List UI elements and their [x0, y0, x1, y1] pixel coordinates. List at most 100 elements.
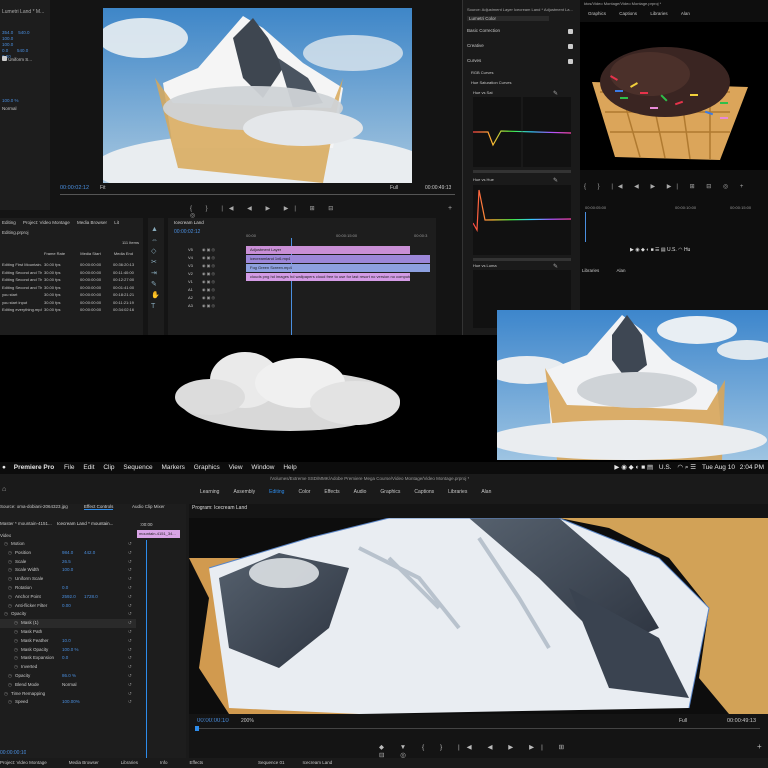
wifi-icon[interactable]: ◠ — [678, 247, 682, 253]
transport-controls-bottom[interactable]: ◆ ▼ { } |◀ ◀ ▶ ▶| ⊞ ⊟ ◎ — [379, 743, 579, 759]
list-item[interactable]: Editing Second and Third30.00 fps 00:00:0… — [0, 269, 143, 277]
program-playhead-bar[interactable] — [60, 194, 455, 195]
eyedropper-icon[interactable]: ✎ — [553, 263, 558, 270]
track-header[interactable]: A2 ◉ ▣ ◎ — [168, 294, 244, 302]
property-row[interactable]: ◷ Position 984.0 442.0 ↺ — [0, 549, 136, 558]
sequence-tab[interactable]: Sequence 01 — [258, 760, 285, 765]
checkbox-icon[interactable] — [568, 44, 573, 49]
reset-icon[interactable]: ↺ — [128, 681, 132, 690]
workspace-tab[interactable]: Captions — [414, 489, 434, 495]
property-value[interactable]: 0.0 — [62, 654, 68, 663]
ec-sequence[interactable]: Icecream Land * mountain... — [57, 521, 113, 526]
property-value[interactable]: 442.0 — [84, 549, 95, 558]
track-header[interactable]: V2 ◉ ▣ ◎ — [168, 270, 244, 278]
transport-controls-right[interactable]: { } |◀ ◀ ▶ ▶| ⊞ ⊟ ◎ + — [584, 183, 764, 190]
property-value[interactable]: 100.00% — [62, 698, 80, 707]
sequence-tab[interactable]: Icecream Land — [174, 220, 204, 225]
reset-icon[interactable]: ↺ — [128, 540, 132, 549]
workspace-tab[interactable]: Graphics — [380, 489, 400, 495]
bottom-tab[interactable]: Project: Video Montage — [0, 760, 47, 765]
timeline-clip[interactable]: Fog Green Screen.mp4 — [246, 264, 430, 272]
bottom-tab[interactable]: Libraries — [121, 760, 138, 765]
stopwatch-icon[interactable]: ◷ — [8, 558, 12, 567]
section-curves[interactable]: Curves — [467, 58, 579, 64]
eyedropper-icon[interactable]: ✎ — [553, 90, 558, 97]
reset-icon[interactable]: ↺ — [128, 602, 132, 611]
tab-graphics[interactable]: Graphics — [588, 11, 606, 16]
stopwatch-icon[interactable]: ◷ — [14, 646, 18, 655]
program-scrubber-handle[interactable] — [195, 726, 199, 731]
property-value[interactable]: 0.0 — [62, 584, 68, 593]
status-icons[interactable]: ▶ ◉ ◆ ◐ ■ ▤ — [614, 464, 653, 471]
hue-slider-1[interactable] — [473, 170, 571, 173]
tab-alan-2[interactable]: Alan — [617, 268, 626, 273]
timeline-clip[interactable]: icecreamland 1x6.mp4 — [246, 255, 430, 263]
ec-clip-bar[interactable]: mountain-4151_34... — [137, 530, 180, 538]
property-row[interactable]: ◷ Speed 100.00% ↺ — [0, 698, 136, 707]
reset-icon[interactable]: ↺ — [128, 698, 132, 707]
tab-libraries-2[interactable]: Libraries — [582, 268, 599, 273]
zoom-dropdown[interactable]: 200% — [241, 718, 254, 724]
list-item[interactable]: Editing Second and Third30.00 fps 00:00:0… — [0, 276, 143, 284]
checkbox-icon[interactable] — [568, 59, 573, 64]
property-value[interactable]: Normal — [62, 681, 77, 690]
property-row[interactable]: ◷ Rotation 0.0 ↺ — [0, 584, 136, 593]
workspace-tab[interactable]: Libraries — [448, 489, 467, 495]
stopwatch-icon[interactable]: ◷ — [8, 698, 12, 707]
stopwatch-icon[interactable]: ◷ — [14, 637, 18, 646]
col-media-start[interactable]: Media Start — [80, 251, 100, 256]
menu-edit[interactable]: Edit — [83, 464, 94, 471]
subsection-rgb-curves[interactable]: RGB Curves — [471, 70, 493, 75]
apple-menu-icon[interactable]: ● — [2, 464, 6, 471]
hue-vs-hue-curve[interactable] — [472, 185, 572, 255]
reset-icon[interactable]: ↺ — [128, 672, 132, 681]
tab-source[interactable]: Source: oma-dobiani-2064323.jpg — [0, 504, 68, 509]
bottom-tab[interactable]: Effects — [190, 760, 204, 765]
eye-icon[interactable]: ◉ ▣ ◎ — [202, 270, 215, 278]
eye-icon[interactable]: ◉ ▣ ◎ — [202, 246, 215, 254]
list-item[interactable]: Editing First Mountain.ot 30.00 fps 00:00:… — [0, 261, 143, 269]
stopwatch-icon[interactable]: ◷ — [4, 540, 8, 549]
hue-slider-2[interactable] — [473, 258, 571, 261]
tab-effect-controls[interactable]: Effect Controls — [84, 504, 114, 510]
stopwatch-icon[interactable]: ◷ — [8, 602, 12, 611]
menu-file[interactable]: File — [64, 464, 74, 471]
tab-alan[interactable]: Alan — [681, 11, 690, 16]
property-row[interactable]: ◷ Anti-flicker Filter 0.00 ↺ — [0, 602, 136, 611]
stopwatch-icon[interactable]: ◷ — [14, 654, 18, 663]
track-header[interactable]: V3 ◉ ▣ ◎ — [168, 262, 244, 270]
add-button-icon[interactable]: + — [448, 205, 452, 212]
property-row[interactable]: ◷ Uniform Scale ↺ — [0, 575, 136, 584]
timeline-playhead-right[interactable] — [585, 212, 586, 242]
reset-icon[interactable]: ↺ — [128, 628, 132, 637]
property-row[interactable]: ◷ Mask Expansion 0.0 ↺ — [0, 654, 136, 663]
eye-icon[interactable]: ◉ ▣ ◎ — [202, 302, 215, 310]
property-row[interactable]: ◷ Mask Path ↺ — [0, 628, 136, 637]
eye-icon[interactable]: ◉ ▣ ◎ — [202, 294, 215, 302]
program-title[interactable]: Program: Icecream Land — [192, 505, 247, 511]
property-row[interactable]: ◷ Mask (1) ↺ — [0, 619, 136, 628]
input-source[interactable]: U.S. — [659, 464, 672, 471]
stopwatch-icon[interactable]: ◷ — [8, 584, 12, 593]
menu-window[interactable]: Window — [251, 464, 274, 471]
reset-icon[interactable]: ↺ — [128, 654, 132, 663]
menu-sequence[interactable]: Sequence — [123, 464, 152, 471]
eyedropper-icon[interactable]: ✎ — [553, 177, 558, 184]
menubar-time[interactable]: 2:04 PM — [740, 464, 764, 471]
bottom-tab[interactable]: Info — [160, 760, 168, 765]
track-header[interactable]: V4 ◉ ▣ ◎ — [168, 254, 244, 262]
property-row[interactable]: ◷ Mask Feather 10.0 ↺ — [0, 637, 136, 646]
property-row[interactable]: ◷ Opacity 86.0 % ↺ — [0, 672, 136, 681]
list-item[interactable]: you start input 30.00 fps 00:00:00:00 00:11… — [0, 299, 143, 307]
property-value[interactable]: 10.0 — [62, 637, 71, 646]
property-value[interactable]: 2592.0 — [62, 593, 76, 602]
reset-icon[interactable]: ↺ — [128, 663, 132, 672]
timeline-ruler[interactable]: 00:00 00:00:15:00 00:00:3 — [246, 233, 436, 239]
eye-icon[interactable]: ◉ ▣ ◎ — [202, 262, 215, 270]
property-value[interactable]: 86.0 % — [62, 672, 76, 681]
menu-clip[interactable]: Clip — [103, 464, 114, 471]
menu-view[interactable]: View — [229, 464, 243, 471]
property-value[interactable]: 1728.0 — [84, 593, 98, 602]
add-button-bottom-icon[interactable]: + — [757, 742, 762, 751]
property-row[interactable]: ◷ Blend Mode Normal ↺ — [0, 681, 136, 690]
